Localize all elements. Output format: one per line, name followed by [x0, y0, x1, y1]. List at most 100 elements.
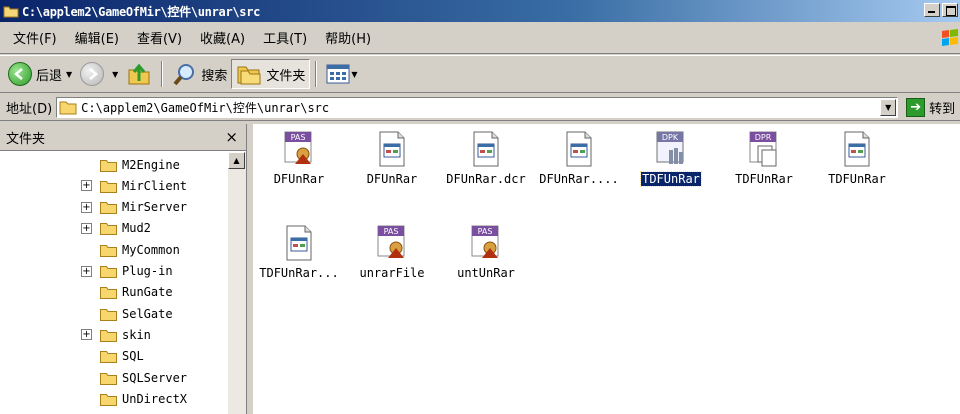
form-file-icon	[281, 224, 317, 262]
folder-icon	[100, 202, 117, 215]
file-name: DFUnRar.dcr	[446, 172, 526, 186]
views-icon	[326, 64, 350, 84]
folder-icon	[100, 393, 117, 406]
tree-expand-icon[interactable]: +	[81, 265, 92, 277]
address-input[interactable]: C:\applem2\GameOfMir\控件\unrar\src ▼	[56, 96, 899, 118]
file-name: TDFUnRar...	[259, 266, 339, 280]
maximize-button[interactable]	[942, 3, 958, 17]
scroll-up-icon[interactable]: ▲	[228, 152, 245, 169]
dpr-icon: DPR	[746, 130, 782, 168]
go-label: 转到	[929, 101, 956, 117]
folder-icon	[100, 180, 117, 193]
menu-edit[interactable]: 编辑(E)	[66, 26, 128, 49]
folder-pane: 文件夹 × M2Engine + MirClient + MirServer + Mud2 M…	[0, 124, 247, 414]
go-arrow-icon: ➔	[906, 97, 926, 117]
menu-favorites[interactable]: 收藏(A)	[191, 26, 254, 49]
close-icon[interactable]: ×	[225, 128, 238, 146]
tree-item[interactable]: RunGate	[100, 282, 173, 303]
folders-button[interactable]: 文件夹	[231, 59, 311, 89]
tree-item-label: SQL	[122, 349, 144, 364]
menu-bar: 文件(F) 编辑(E) 查看(V) 收藏(A) 工具(T) 帮助(H)	[0, 22, 960, 54]
file-name: DFUnRar	[273, 172, 325, 186]
folder-pane-scrollbar[interactable]: ▲	[228, 152, 246, 414]
tree-item-label: RunGate	[122, 285, 173, 300]
file-item[interactable]: DFUnRar	[346, 130, 438, 186]
forward-button[interactable]: ▼	[76, 59, 122, 89]
file-item[interactable]: DPR TDFUnRar	[718, 130, 810, 186]
tree-expand-icon[interactable]: +	[81, 329, 92, 341]
pas-icon: PAS	[281, 130, 317, 168]
tree-item-label: MirServer	[122, 200, 188, 215]
tree-expand-icon[interactable]: +	[81, 201, 92, 213]
tree-expand-icon[interactable]: +	[81, 222, 92, 234]
menu-view[interactable]: 查看(V)	[128, 26, 191, 49]
up-folder-button[interactable]	[122, 59, 156, 89]
tree-item[interactable]: MirServer	[100, 197, 187, 218]
minimize-button[interactable]	[924, 3, 940, 17]
views-button[interactable]: ▼	[322, 59, 361, 89]
form-file-icon	[374, 130, 410, 168]
folder-pane-header: 文件夹 ×	[0, 124, 246, 151]
views-dropdown-icon[interactable]: ▼	[351, 70, 357, 79]
form-file-icon	[561, 130, 597, 168]
tree-item[interactable]: MyCommon	[100, 239, 180, 260]
dpk-icon: DPK	[653, 130, 689, 168]
address-dropdown-icon[interactable]: ▼	[880, 98, 897, 116]
windows-logo-icon	[942, 29, 958, 46]
form-file-icon	[468, 130, 504, 168]
tree-item-label: UnDirectX	[122, 391, 188, 406]
back-dropdown-icon[interactable]: ▼	[66, 70, 72, 79]
tree-item-label: MyCommon	[122, 242, 180, 257]
tree-item[interactable]: Plug-in	[100, 261, 173, 282]
tree-item[interactable]: SQLServer	[100, 367, 187, 388]
pas-icon: PAS	[374, 224, 410, 262]
toolbar-separator	[161, 61, 164, 87]
up-folder-icon	[128, 63, 150, 85]
file-item[interactable]: PAS DFUnRar	[253, 130, 345, 186]
folder-icon	[100, 223, 117, 236]
pas-icon: PAS	[468, 224, 504, 262]
search-button[interactable]: 搜索	[168, 59, 231, 89]
file-item[interactable]: PAS untUnRar	[440, 224, 532, 280]
file-item[interactable]: DFUnRar....	[533, 130, 625, 186]
menu-tools[interactable]: 工具(T)	[254, 26, 316, 49]
address-label: 地址(D)	[6, 101, 53, 117]
tree-item[interactable]: M2Engine	[100, 154, 180, 175]
tree-item[interactable]: UnDirectX	[100, 388, 187, 409]
form-file-icon	[839, 130, 875, 168]
toolbar: 后退 ▼ ▼ 搜索 文件夹 ▼	[0, 55, 960, 93]
tree-expand-icon[interactable]: +	[81, 180, 92, 192]
file-name: TDFUnRar	[640, 171, 702, 187]
tree-item[interactable]: SelGate	[100, 303, 173, 324]
tree-item[interactable]: SQL	[100, 346, 144, 367]
tree-item[interactable]: Mud2	[100, 218, 151, 239]
svg-text:DPR: DPR	[755, 133, 772, 142]
file-item[interactable]: DPK TDFUnRar	[625, 130, 717, 187]
menu-help[interactable]: 帮助(H)	[316, 26, 380, 49]
svg-text:PAS: PAS	[384, 227, 399, 236]
address-bar: 地址(D) C:\applem2\GameOfMir\控件\unrar\src …	[0, 94, 960, 121]
file-item[interactable]: PAS unrarFile	[346, 224, 438, 280]
search-label: 搜索	[201, 68, 228, 84]
tree-item-label: Plug-in	[122, 264, 173, 278]
svg-text:DPK: DPK	[662, 133, 679, 142]
tree-item[interactable]: MirClient	[100, 175, 187, 196]
forward-arrow-icon	[80, 62, 105, 86]
file-view: PAS DFUnRar DFUnRar DFUnRar.dcr DFUnRar.... D…	[253, 124, 960, 414]
folder-icon	[100, 308, 117, 321]
tree-item-label: MirClient	[122, 178, 188, 193]
menu-file[interactable]: 文件(F)	[4, 26, 66, 49]
file-name: unrarFile	[359, 266, 425, 280]
tree-item-label: skin	[122, 327, 151, 342]
file-item[interactable]: DFUnRar.dcr	[440, 130, 532, 186]
back-button[interactable]: 后退 ▼	[4, 59, 76, 89]
file-item[interactable]: TDFUnRar...	[253, 224, 345, 280]
file-item[interactable]: TDFUnRar	[811, 130, 903, 186]
folder-icon	[100, 266, 117, 278]
svg-text:PAS: PAS	[478, 227, 493, 236]
go-button[interactable]: ➔ 转到	[906, 97, 956, 117]
address-path: C:\applem2\GameOfMir\控件\unrar\src	[81, 100, 330, 115]
tree-item[interactable]: skin	[100, 324, 151, 345]
forward-dropdown-icon[interactable]: ▼	[112, 70, 118, 79]
title-bar: C:\applem2\GameOfMir\控件\unrar\src	[0, 0, 960, 22]
